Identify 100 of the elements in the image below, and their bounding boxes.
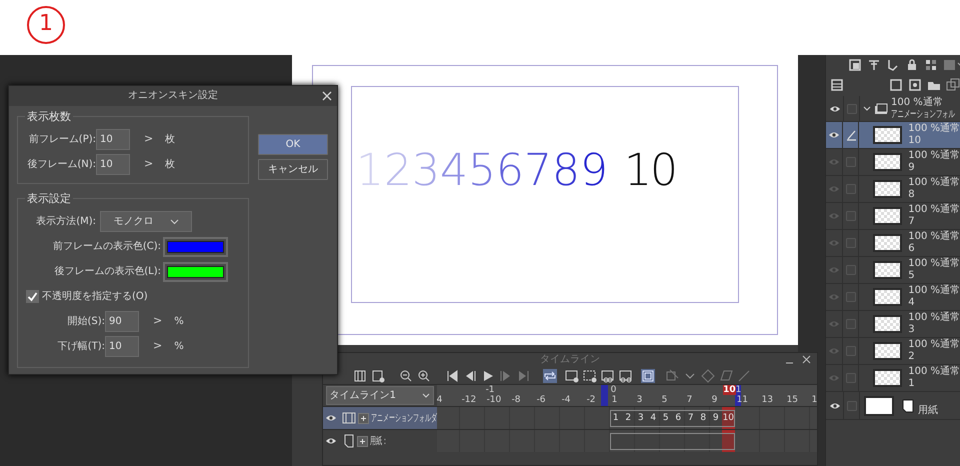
chevron-icon[interactable] — [863, 106, 871, 112]
expand-icon[interactable] — [358, 412, 369, 424]
checkbox-icon[interactable] — [846, 319, 856, 329]
track-header[interactable]: アニメーションフォルダ — [323, 407, 437, 429]
layer-row[interactable]: 100 %通常 5 — [826, 257, 960, 284]
light-table-icon[interactable] — [701, 368, 715, 382]
number-field[interactable]: 10 — [96, 129, 130, 150]
layer-row[interactable]: 100 %通常 9 — [826, 149, 960, 176]
color-swatch[interactable] — [163, 236, 228, 256]
slider-toggle[interactable]: > — [153, 338, 162, 355]
checkbox-icon[interactable] — [846, 157, 856, 167]
layer-thumbnail — [873, 342, 902, 360]
checkbox-icon[interactable] — [846, 373, 856, 383]
slider-toggle[interactable]: > — [144, 131, 154, 148]
cel-group-icon[interactable] — [619, 368, 633, 382]
clip-icon[interactable] — [848, 58, 862, 72]
new-animation-folder-icon[interactable] — [565, 368, 579, 382]
unit-label: % — [174, 315, 184, 329]
layer-name: 8 — [908, 189, 916, 201]
new-frame-icon[interactable] — [371, 368, 385, 382]
field-label: 後フレーム(N): — [26, 158, 96, 172]
new-vector-layer-icon[interactable] — [908, 78, 922, 92]
field-label: 表示方法(M): — [35, 214, 96, 229]
slider-toggle[interactable]: > — [144, 156, 154, 173]
layer-name: 9 — [908, 162, 916, 174]
pen-icon[interactable] — [737, 368, 751, 382]
field-label: 下げ幅(T): — [56, 340, 105, 354]
layer-thumbnail — [873, 126, 902, 144]
layer-row[interactable]: 100 %通常 1 — [826, 365, 960, 392]
first-frame-icon[interactable] — [445, 368, 459, 382]
layer-row[interactable]: 100 %通常 2 — [826, 338, 960, 365]
layer-row[interactable]: 用紙 — [826, 392, 960, 420]
layer-row[interactable]: 100 %通常 3 — [826, 311, 960, 338]
ok-button[interactable]: OK — [258, 134, 328, 155]
zoom-in-icon[interactable] — [417, 368, 431, 382]
caret-icon[interactable] — [422, 392, 430, 398]
checkbox-icon[interactable] — [846, 104, 856, 114]
track-header[interactable]: 用紙 : — [323, 430, 437, 452]
circled-number: 1 — [27, 6, 65, 44]
panel-title: タイムライン — [540, 354, 600, 365]
play-icon[interactable] — [481, 368, 495, 382]
lock-icon[interactable] — [905, 58, 919, 72]
close-icon[interactable] — [322, 91, 332, 101]
new-cel-icon[interactable] — [583, 368, 597, 382]
cel-number: 5 — [662, 413, 670, 424]
loop-icon[interactable] — [543, 368, 557, 382]
cel-number: 2 — [624, 413, 632, 424]
color-swatch[interactable] — [163, 262, 228, 282]
number-field[interactable]: 10 — [105, 336, 139, 357]
checkbox-icon[interactable] — [846, 292, 856, 302]
checkbox-icon[interactable] — [846, 211, 856, 221]
eye-icon[interactable] — [828, 400, 840, 410]
ruler-tick-label: -4 — [562, 395, 571, 406]
layer-row[interactable]: 100 %通常 7 — [826, 203, 960, 230]
ruler-tick-label: -10 — [486, 395, 502, 406]
onion-skin-icon[interactable] — [641, 368, 655, 382]
slider-toggle[interactable]: > — [153, 313, 162, 330]
transparency-lock-icon[interactable] — [924, 58, 938, 72]
field-label: 開始(S): — [66, 315, 105, 329]
last-frame-icon[interactable] — [517, 368, 531, 382]
layer-row[interactable]: 100 %通常 6 — [826, 230, 960, 257]
blend-mode-label: 100 %通常 — [908, 258, 960, 270]
layer-thumbnail — [873, 369, 902, 387]
display-method-dropdown[interactable]: モノクロ — [100, 211, 192, 232]
close-icon[interactable] — [802, 355, 811, 364]
ruler-tick-label: 7 — [686, 395, 692, 406]
layer-thumbnail — [873, 153, 902, 171]
checkbox-icon[interactable] — [846, 184, 856, 194]
cel-link-icon[interactable] — [601, 368, 615, 382]
number-field[interactable]: 10 — [96, 154, 130, 175]
checkbox-icon[interactable] — [846, 400, 856, 410]
reference-icon[interactable] — [867, 58, 881, 72]
number-field[interactable]: 90 — [105, 311, 139, 332]
layer-row[interactable]: 100 %通常 4 — [826, 284, 960, 311]
expand-icon[interactable] — [357, 436, 368, 446]
new-raster-layer-icon[interactable] — [889, 78, 903, 92]
panel-menu-icon[interactable] — [830, 78, 844, 92]
frame-settings-icon[interactable] — [353, 368, 367, 382]
transform-icon[interactable] — [665, 368, 679, 382]
ruler-label: -1 — [486, 385, 495, 395]
checkbox-icon[interactable] — [846, 346, 856, 356]
zoom-out-icon[interactable] — [399, 368, 413, 382]
timeline-dropdown[interactable]: タイムライン1 — [326, 386, 434, 405]
cancel-button[interactable]: キャンセル — [258, 159, 328, 180]
checkbox-icon[interactable] — [846, 238, 856, 248]
eye-icon[interactable] — [828, 104, 840, 114]
checkbox[interactable] — [26, 290, 39, 303]
mask-dropdown-icon[interactable] — [943, 58, 960, 72]
blend-mode-label: 100 %通常 — [908, 150, 960, 162]
checkbox-icon[interactable] — [846, 265, 856, 275]
eye-icon[interactable] — [325, 436, 337, 446]
copy-layer-icon[interactable] — [946, 78, 960, 92]
eye-icon[interactable] — [325, 413, 337, 423]
eye-icon[interactable] — [828, 130, 840, 140]
cel-number: 8 — [699, 413, 708, 424]
layer-row[interactable]: 100 %通常 8 — [826, 176, 960, 203]
layer-row[interactable]: 100 %通常 10 — [826, 122, 960, 149]
ruler-tick-label: 15 — [786, 395, 798, 406]
cels-icon[interactable] — [719, 368, 733, 382]
caret-icon[interactable] — [170, 218, 178, 224]
